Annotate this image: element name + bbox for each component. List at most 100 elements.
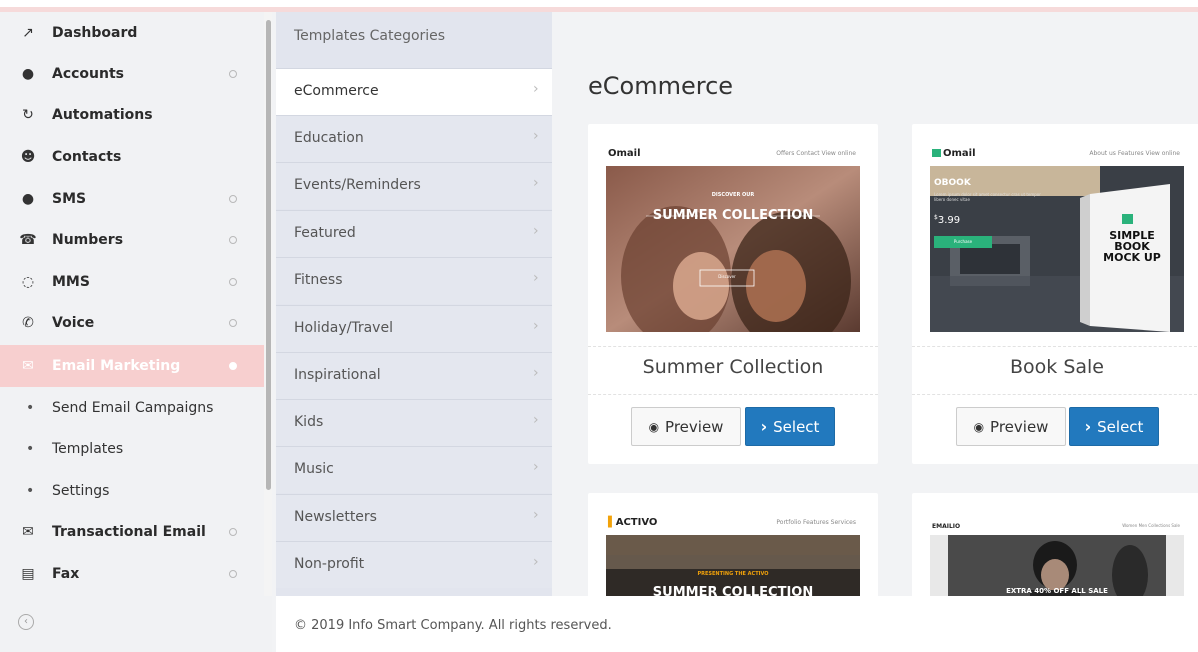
template-card-summer-collection: Omail Offers Contact View online DISCOVE… [588,124,878,464]
refresh-icon: ↻ [22,107,34,123]
chevron-right-icon: › [533,554,539,570]
category-music[interactable]: Music › [276,446,552,493]
sidebar-item-voice[interactable]: ✆ Voice [0,302,264,344]
top-strip [0,0,1198,12]
sidebar-item-sms[interactable]: ● SMS [0,178,264,220]
sidebar-item-label: Contacts [52,149,122,165]
sidebar-item-mms[interactable]: ◌ MMS [0,261,264,303]
sidebar-footer: ‹ [0,596,272,652]
sidebar-item-accounts[interactable]: ● Accounts [0,53,264,95]
template-name: Summer Collection [642,356,824,378]
sidebar-item-label: Voice [52,315,95,331]
category-kids[interactable]: Kids › [276,399,552,446]
sidebar-item-label: Send Email Campaigns [52,400,214,416]
categories-header: Templates Categories [276,12,552,68]
sidebar-item-label: SMS [52,191,87,207]
thumb-links: Offers Contact View online [776,150,856,157]
sidebar-item-label: Settings [52,483,110,499]
template-name: Book Sale [1010,356,1104,378]
thumb-logo: ▌ACTIVO [608,517,658,528]
thumb-button: Discover [718,274,736,279]
phone-icon: ✆ [22,315,34,331]
sidebar-item-label: Dashboard [52,25,138,41]
preview-button[interactable]: ◉ Preview [956,407,1066,446]
chevron-right-icon: › [760,417,768,436]
bullet-icon: • [26,400,35,416]
fax-icon: ▤ [21,566,35,582]
thumb-headline: EXTRA 40% OFF ALL SALE STYLES* [1006,587,1108,596]
thumb-kicker: PRESENTING THE ACTIVO [697,571,769,577]
users-icon: ☻ [20,149,36,165]
thumb-logo: EMAILIO [932,523,961,530]
template-thumbnail[interactable]: EMAILIO Women Men Collections Sale EXTRA… [930,513,1184,596]
thumb-logo: Omail [932,148,976,159]
sidebar-item-label: Automations [52,107,153,123]
template-card-activo: ▌ACTIVO Portfolio Features Services PRES… [588,493,878,596]
sidebar-item-automations[interactable]: ↻ Automations [0,94,264,136]
status-dot [229,319,237,327]
thumb-logo: Omail [608,148,641,159]
bullet-icon: • [26,483,35,499]
template-thumbnail[interactable]: ▌ACTIVO Portfolio Features Services PRES… [606,513,860,596]
sidebar-subitem-send-email-campaigns[interactable]: • Send Email Campaigns [0,387,264,429]
thumb-kicker: DISCOVER OUR [711,192,755,198]
envelope-icon: ✉ [22,524,34,540]
chart-line-icon: ↗ [22,25,34,41]
template-card-book-sale: Omail About us Features View online OBOO… [912,124,1198,464]
sidebar-scrollbar[interactable] [264,12,272,596]
category-events-reminders[interactable]: Events/Reminders › [276,162,552,209]
thumb-button: Purchase [934,236,992,248]
sidebar-item-transactional-email[interactable]: ✉ Transactional Email [0,511,264,553]
category-newsletters[interactable]: Newsletters › [276,494,552,541]
collapse-sidebar-icon[interactable]: ‹ [18,614,34,630]
bullet-icon: • [26,441,35,457]
sidebar-item-label: Email Marketing [52,358,181,374]
category-education[interactable]: Education › [276,115,552,162]
category-non-profit[interactable]: Non-profit › [276,541,552,588]
eye-icon: ◉ [648,419,660,434]
sidebar-subitem-templates[interactable]: • Templates [0,428,264,470]
category-holiday-travel[interactable]: Holiday/Travel › [276,305,552,352]
comment-icon: ● [21,191,35,207]
chevron-right-icon: › [533,81,539,97]
chevron-right-icon: › [533,507,539,523]
chevron-right-icon: › [533,365,539,381]
status-dot [229,362,237,370]
thumb-headline: SUMMER COLLECTION [652,585,814,596]
select-button[interactable]: › Select [1069,407,1159,446]
status-dot [229,195,237,203]
chevron-right-icon: › [533,223,539,239]
sidebar-item-contacts[interactable]: ☻ Contacts [0,136,264,178]
template-thumbnail[interactable]: Omail Offers Contact View online DISCOVE… [606,144,860,332]
sidebar: ↗ Dashboard ● Accounts ↻ Automations ☻ C… [0,12,264,596]
thumb-links: Women Men Collections Sale [1122,523,1180,528]
thumb-kicker: OBOOK [934,178,971,188]
sidebar-item-fax[interactable]: ▤ Fax [0,553,264,595]
status-dot [229,278,237,286]
category-featured[interactable]: Featured › [276,210,552,257]
template-categories-panel: Templates Categories eCommerce › Educatio… [276,12,552,596]
thumb-headline: SUMMER COLLECTION [652,208,814,223]
sidebar-item-dashboard[interactable]: ↗ Dashboard [0,12,264,54]
sidebar-item-label: MMS [52,274,90,290]
scrollbar-thumb[interactable] [266,20,271,490]
chevron-right-icon: › [1084,417,1092,436]
template-thumbnail[interactable]: Omail About us Features View online OBOO… [930,144,1184,332]
sidebar-item-label: Numbers [52,232,124,248]
preview-button[interactable]: ◉ Preview [631,407,741,446]
chevron-right-icon: › [533,270,539,286]
chevron-right-icon: › [533,318,539,334]
user-icon: ● [21,66,35,82]
sidebar-item-label: Accounts [52,66,125,82]
sidebar-subitem-settings[interactable]: • Settings [0,470,264,512]
status-dot [229,570,237,578]
category-inspirational[interactable]: Inspirational › [276,352,552,399]
sidebar-item-email-marketing[interactable]: ✉ Email Marketing [0,345,264,387]
select-button[interactable]: › Select [745,407,835,446]
thumb-links: About us Features View online [1089,150,1180,157]
category-fitness[interactable]: Fitness › [276,257,552,304]
copyright-text: © 2019 Info Smart Company. All rights re… [294,618,612,633]
category-ecommerce[interactable]: eCommerce › [276,68,552,115]
sidebar-item-numbers[interactable]: ☎ Numbers [0,219,264,261]
chat-bubble-icon: ◌ [21,274,35,290]
